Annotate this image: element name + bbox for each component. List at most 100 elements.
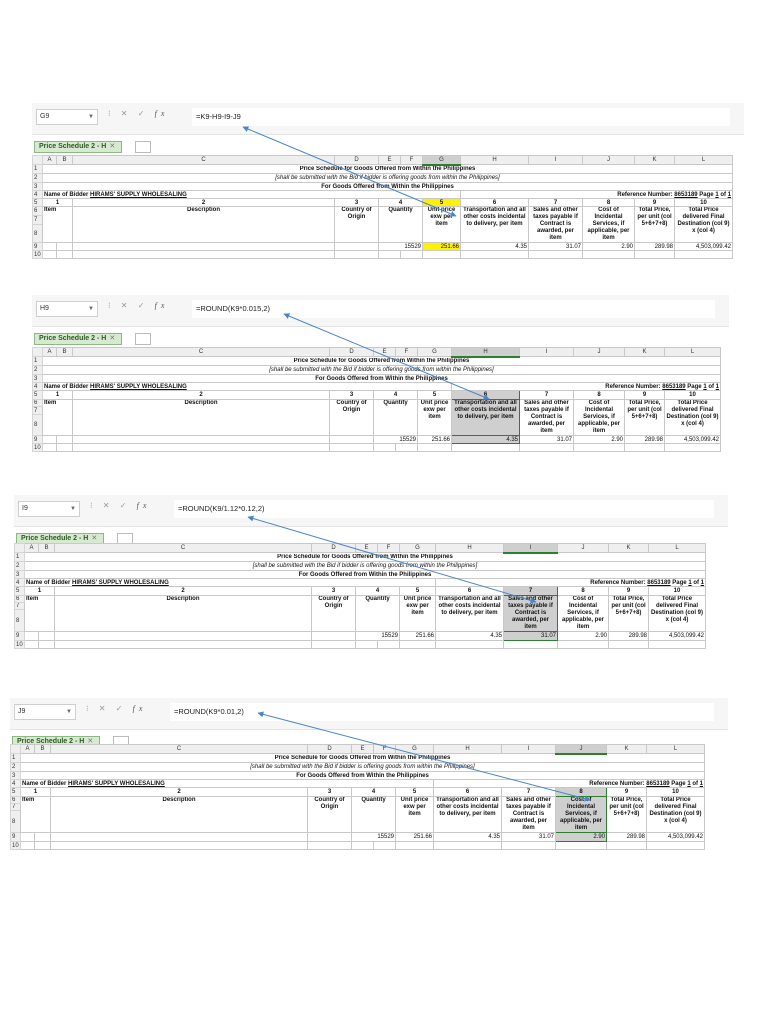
column-header-i[interactable]: I (519, 347, 574, 357)
reference-cell[interactable]: Reference Number: 8653189 Page 1 of 1 (460, 190, 733, 199)
column-header-h[interactable]: H (435, 543, 504, 553)
cell[interactable] (674, 250, 733, 259)
column-header-i[interactable]: I (503, 543, 558, 554)
column-number[interactable]: 4 (355, 586, 400, 596)
column-header-j[interactable]: J (557, 543, 609, 553)
schedule-title[interactable]: Price Schedule for Goods Offered from Wi… (20, 753, 705, 763)
column-number[interactable]: 2 (50, 787, 308, 797)
header-total-unit[interactable]: Total Price, per unit (col 5+6+7+8) (634, 206, 675, 243)
cell[interactable] (417, 443, 452, 452)
row-header[interactable]: 4 (32, 382, 43, 391)
transport-cell[interactable]: 4.35 (435, 631, 504, 641)
header-country[interactable]: Country of Origin (311, 595, 356, 632)
total-unit-cell[interactable]: 289.98 (634, 242, 675, 251)
row-header[interactable]: 1 (32, 164, 43, 174)
select-all-corner[interactable] (32, 347, 43, 357)
insert-function-icon[interactable]: fx (155, 109, 169, 118)
header-item[interactable]: Item (20, 796, 51, 833)
cell[interactable] (648, 640, 706, 649)
cell[interactable] (329, 435, 374, 444)
name-box[interactable]: J9 ▼ (14, 704, 76, 720)
header-item[interactable]: Item (24, 595, 55, 632)
column-header-k[interactable]: K (624, 347, 665, 357)
total-delivered-cell[interactable]: 4,503,099.42 (648, 631, 706, 641)
header-total-unit[interactable]: Total Price, per unit (col 5+6+7+8) (608, 595, 649, 632)
cell[interactable] (557, 640, 609, 649)
row-header[interactable]: 2 (14, 561, 25, 571)
row-header[interactable]: 6 (32, 206, 43, 216)
bidder-cell[interactable]: Name of Bidder HIRAMS' SUPPLY WHOLESALIN… (42, 190, 461, 199)
cell[interactable] (20, 841, 35, 850)
close-icon[interactable]: ✕ (109, 143, 115, 150)
bidder-cell[interactable]: Name of Bidder HIRAMS' SUPPLY WHOLESALIN… (20, 779, 434, 788)
row-header[interactable]: 3 (14, 570, 25, 579)
column-header-g[interactable]: G (399, 543, 436, 553)
row-header[interactable]: 7 (32, 215, 43, 225)
row-header[interactable]: 10 (32, 443, 43, 452)
incidental-cell[interactable]: 2.90 (573, 435, 625, 444)
cell[interactable] (307, 841, 352, 850)
row-header[interactable]: 8 (14, 609, 25, 632)
column-number[interactable]: 2 (54, 586, 312, 596)
column-header-a[interactable]: A (42, 155, 57, 165)
cell[interactable] (634, 250, 675, 259)
cell[interactable] (334, 250, 379, 259)
column-header-e[interactable]: E (351, 744, 374, 754)
chevron-down-icon[interactable]: ▼ (88, 110, 94, 124)
cell[interactable] (608, 640, 649, 649)
column-header-c[interactable]: C (72, 347, 330, 357)
name-box[interactable]: H9 ▼ (36, 301, 98, 317)
cancel-icon[interactable]: ✕ (103, 501, 114, 510)
row-header[interactable]: 10 (32, 250, 43, 259)
formula-input[interactable]: =ROUND(K9*0.01,2) (170, 703, 714, 721)
cell[interactable] (377, 640, 400, 649)
header-transport[interactable]: Transportation and all other costs incid… (433, 796, 502, 833)
column-header-b[interactable]: B (56, 155, 73, 165)
row-header[interactable]: 5 (32, 198, 43, 207)
column-header-g[interactable]: G (417, 347, 452, 357)
column-number[interactable]: 8 (555, 787, 607, 797)
row-header[interactable]: 2 (32, 173, 43, 183)
header-transport[interactable]: Transportation and all other costs incid… (435, 595, 504, 632)
column-header-d[interactable]: D (334, 155, 379, 165)
column-header-e[interactable]: E (355, 543, 378, 553)
schedule-subtitle[interactable]: [shall be submitted with the Bid if bidd… (20, 762, 705, 772)
column-number[interactable]: 7 (519, 390, 574, 400)
header-unit-price[interactable]: Unit price exw per item (399, 595, 436, 632)
unit-price-cell[interactable]: 251.66 (395, 832, 434, 842)
unit-price-cell[interactable]: 251.66 (399, 631, 436, 641)
column-number[interactable]: 4 (378, 198, 423, 207)
column-number[interactable]: 9 (634, 198, 675, 207)
incidental-cell[interactable]: 2.90 (582, 242, 635, 251)
insert-function-icon[interactable]: fx (133, 704, 147, 713)
select-all-corner[interactable] (14, 543, 25, 553)
column-number[interactable]: 1 (42, 390, 73, 400)
sales-tax-cell[interactable]: 31.07 (503, 631, 558, 641)
cell[interactable] (451, 443, 520, 452)
header-total-delivered[interactable]: Total Price delivered Final Destination … (648, 595, 706, 632)
column-number[interactable]: 2 (72, 390, 330, 400)
cell[interactable] (24, 631, 39, 641)
header-incidental[interactable]: Cost of Incidental Services, if applicab… (557, 595, 609, 632)
column-header-j[interactable]: J (573, 347, 625, 357)
column-number[interactable]: 9 (624, 390, 665, 400)
sales-tax-cell[interactable]: 31.07 (501, 832, 556, 842)
column-number[interactable]: 10 (664, 390, 721, 400)
row-header[interactable]: 5 (10, 787, 21, 797)
bidder-cell[interactable]: Name of Bidder HIRAMS' SUPPLY WHOLESALIN… (42, 382, 452, 391)
cell[interactable] (582, 250, 635, 259)
cell[interactable] (664, 443, 721, 452)
row-header[interactable]: 9 (32, 242, 43, 251)
column-number[interactable]: 6 (460, 198, 529, 207)
header-country[interactable]: Country of Origin (307, 796, 352, 833)
column-header-c[interactable]: C (72, 155, 335, 165)
cell[interactable] (42, 242, 57, 251)
cell[interactable] (72, 242, 335, 251)
column-number[interactable]: 1 (42, 198, 73, 207)
column-number[interactable]: 7 (501, 787, 556, 797)
enter-check-icon[interactable]: ✓ (120, 501, 131, 510)
select-all-corner[interactable] (10, 744, 21, 754)
reference-cell[interactable]: Reference Number: 8653189 Page 1 of 1 (451, 382, 721, 391)
header-sales-tax[interactable]: Sales and other taxes payable if Contrac… (519, 399, 574, 436)
cell[interactable] (72, 443, 330, 452)
